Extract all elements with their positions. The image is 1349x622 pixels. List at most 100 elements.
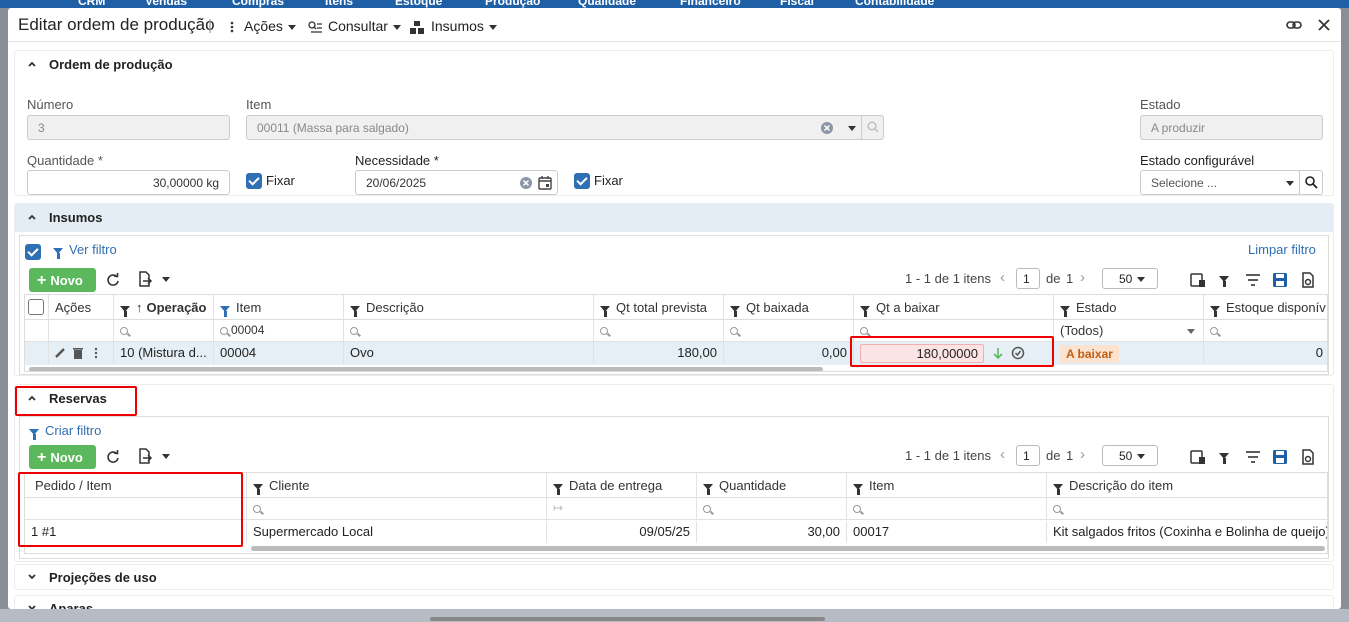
columns-icon[interactable]	[1190, 272, 1206, 288]
nav-financeiro[interactable]: Financeiro	[680, 0, 741, 8]
page-horizontal-scrollbar[interactable]	[430, 617, 825, 621]
select-all-checkbox[interactable]	[25, 244, 41, 260]
nav-qualidade[interactable]: Qualidade	[578, 0, 636, 8]
page-size-select[interactable]: 50	[1102, 445, 1158, 466]
page-input[interactable]: 1	[1016, 268, 1040, 289]
chevron-down-icon[interactable]	[162, 277, 170, 282]
col-estoque[interactable]: Estoque disponív	[1204, 295, 1327, 320]
clear-icon[interactable]	[519, 176, 533, 190]
insumos-menu[interactable]: Insumos	[410, 18, 497, 34]
criar-filtro-link[interactable]: Criar filtro	[29, 423, 101, 440]
chevron-down-icon[interactable]	[848, 126, 856, 131]
refresh-icon[interactable]	[105, 272, 121, 288]
col-quantidade[interactable]: Quantidade	[697, 473, 847, 498]
trash-icon[interactable]	[73, 347, 83, 359]
filter-item[interactable]	[847, 498, 1047, 520]
col-qt-a-baixar[interactable]: Qt a baixar	[854, 295, 1054, 320]
filter-data-range[interactable]: ↦	[547, 498, 697, 520]
nav-compras[interactable]: Compras	[232, 0, 284, 8]
col-item[interactable]: Item	[847, 473, 1047, 498]
close-icon[interactable]	[1316, 17, 1332, 33]
sort-lines-icon[interactable]	[1245, 449, 1261, 465]
refresh-icon[interactable]	[105, 449, 121, 465]
reset-layout-icon[interactable]	[1300, 272, 1316, 288]
grid-horizontal-scrollbar[interactable]	[29, 367, 823, 371]
necessidade-date-field[interactable]: 20/06/2025	[355, 170, 558, 195]
clear-icon[interactable]	[820, 121, 834, 135]
next-page-icon[interactable]: ›	[1080, 446, 1085, 463]
link-icon[interactable]	[1286, 17, 1302, 33]
item-search-button[interactable]	[861, 116, 883, 139]
nav-vendas[interactable]: Vendas	[145, 0, 187, 8]
ver-filtro-link[interactable]: Ver filtro	[53, 242, 117, 259]
filter-operacao[interactable]	[114, 320, 214, 342]
numero-field[interactable]: 3	[27, 115, 230, 140]
col-descricao-item[interactable]: Descrição do item	[1047, 473, 1327, 498]
col-cliente[interactable]: Cliente	[247, 473, 547, 498]
col-estado[interactable]: Estado	[1054, 295, 1204, 320]
item-field[interactable]: 00011 (Massa para salgado)	[246, 115, 884, 140]
aparas-section-header[interactable]: Aparas	[15, 596, 1333, 609]
filter-descricao[interactable]	[344, 320, 594, 342]
columns-icon[interactable]	[1190, 449, 1206, 465]
col-operacao[interactable]: ↑ Operação	[114, 295, 214, 320]
nav-fiscal[interactable]: Fiscal	[780, 0, 814, 8]
row-select-cell[interactable]	[25, 342, 49, 364]
table-row[interactable]: 10 (Mistura d... 00004 Ovo 180,00 0,00 1…	[25, 342, 1327, 365]
filter-qt-baixada[interactable]	[724, 320, 854, 342]
nav-contabilidade[interactable]: Contabilidade	[855, 0, 934, 8]
fixar-necessidade-checkbox[interactable]	[574, 173, 590, 189]
filter-quantidade[interactable]	[697, 498, 847, 520]
save-icon[interactable]	[1272, 449, 1288, 465]
filter-cliente[interactable]	[247, 498, 547, 520]
page-input[interactable]: 1	[1016, 445, 1040, 466]
prev-page-icon[interactable]: ‹	[1000, 446, 1005, 463]
filter-icon[interactable]	[1219, 276, 1229, 287]
save-icon[interactable]	[1272, 272, 1288, 288]
estado-configuravel-select[interactable]: Selecione ...	[1140, 170, 1300, 195]
col-descricao[interactable]: Descrição	[344, 295, 594, 320]
novo-reserva-button[interactable]: + Novo	[29, 445, 96, 469]
page-size-select[interactable]: 50	[1102, 268, 1158, 289]
projecoes-section-header[interactable]: Projeções de uso	[15, 565, 1333, 593]
fixar-quantidade-checkbox[interactable]	[246, 173, 262, 189]
filter-qt-total[interactable]	[594, 320, 724, 342]
chevron-down-icon[interactable]	[162, 454, 170, 459]
filter-estado-select[interactable]: (Todos)	[1054, 320, 1204, 342]
sort-lines-icon[interactable]	[1245, 272, 1261, 288]
header-checkbox[interactable]	[28, 299, 44, 315]
prev-page-icon[interactable]: ‹	[1000, 269, 1005, 286]
filter-icon[interactable]	[1219, 453, 1229, 464]
calendar-icon[interactable]	[538, 175, 552, 190]
export-icon[interactable]	[137, 271, 153, 287]
nav-estoque[interactable]: Estoque	[395, 0, 442, 8]
nav-producao[interactable]: Produção	[485, 0, 540, 8]
novo-insumo-button[interactable]: + Novo	[29, 268, 96, 292]
reservas-section-header[interactable]: Reservas	[15, 385, 1333, 413]
col-qt-baixada[interactable]: Qt baixada	[724, 295, 854, 320]
filter-descricao-item[interactable]	[1047, 498, 1327, 520]
next-page-icon[interactable]: ›	[1080, 269, 1085, 286]
filter-item[interactable]: 00004	[214, 320, 344, 342]
insumos-section-header[interactable]: Insumos	[15, 204, 1333, 232]
nav-crm[interactable]: CRM	[78, 0, 105, 8]
estado-search-button[interactable]	[1299, 170, 1323, 195]
reset-layout-icon[interactable]	[1300, 449, 1316, 465]
ordem-section-header[interactable]: Ordem de produção	[15, 51, 1333, 79]
col-item[interactable]: Item	[214, 295, 344, 320]
grid-horizontal-scrollbar[interactable]	[251, 546, 1325, 551]
export-icon[interactable]	[137, 448, 153, 464]
filter-estoque[interactable]	[1204, 320, 1327, 342]
insumos-label: Insumos	[431, 18, 484, 34]
nav-itens[interactable]: Itens	[325, 0, 353, 8]
limpar-filtro-link[interactable]: Limpar filtro	[1248, 242, 1316, 257]
kebab-icon[interactable]	[94, 347, 98, 359]
col-qt-total[interactable]: Qt total prevista	[594, 295, 724, 320]
estado-field[interactable]: A produzir	[1140, 115, 1323, 140]
edit-icon[interactable]	[54, 347, 66, 359]
acoes-menu[interactable]: Ações	[230, 18, 296, 34]
col-data-entrega[interactable]: Data de entrega	[547, 473, 697, 498]
quantidade-field[interactable]: 30,00000 kg	[27, 170, 230, 195]
select-column-header[interactable]	[25, 295, 49, 320]
consultar-menu[interactable]: Consultar	[308, 18, 401, 34]
